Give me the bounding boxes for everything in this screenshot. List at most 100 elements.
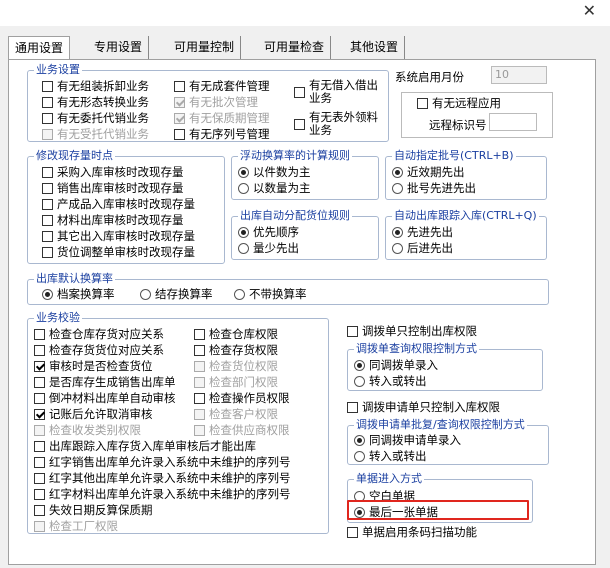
checkbox-material-outbound[interactable]: 材料出库审核时改现存量 xyxy=(42,213,184,227)
checkbox-box[interactable] xyxy=(34,489,45,500)
radio-dot[interactable] xyxy=(140,289,151,300)
radio-dot[interactable] xyxy=(238,183,249,194)
checkbox-item-location[interactable]: 检查存货货位对应关系 xyxy=(34,343,164,357)
checkbox-barcode-scan[interactable]: 单据启用条码扫描功能 xyxy=(347,525,477,539)
radio-same-as-apply-entry[interactable]: 同调拨申请单录入 xyxy=(354,433,461,447)
radio-dot[interactable] xyxy=(392,227,403,238)
checkbox-other-inout[interactable]: 其它出入库审核时改现存量 xyxy=(42,229,195,243)
tab-other-settings[interactable]: 其他设置 xyxy=(344,36,406,59)
radio-dot[interactable] xyxy=(354,360,365,371)
checkbox-box[interactable] xyxy=(42,199,53,210)
checkbox-offbook-picking[interactable]: 有无表外领料 业务 xyxy=(294,111,378,139)
checkbox-box[interactable] xyxy=(42,247,53,258)
checkbox-transfer-only-outbound[interactable]: 调拨单只控制出库权限 xyxy=(347,324,477,338)
checkbox-backflush-auto-approve[interactable]: 倒冲材料出库单自动审核 xyxy=(34,391,176,405)
checkbox-box[interactable] xyxy=(42,113,53,124)
checkbox-box[interactable] xyxy=(34,361,45,372)
radio-small-qty-first[interactable]: 量少先出 xyxy=(238,241,299,255)
close-icon[interactable]: ✕ xyxy=(583,2,596,20)
checkbox-box[interactable] xyxy=(34,409,45,420)
checkbox-box[interactable] xyxy=(194,393,205,404)
radio-transfer-in-or-out[interactable]: 转入或转出 xyxy=(354,374,427,388)
checkbox-box[interactable] xyxy=(194,329,205,340)
radio-near-expiry-first[interactable]: 近效期先出 xyxy=(392,165,465,179)
radio-archive-rate[interactable]: 档案换算率 xyxy=(42,287,115,301)
checkbox-box[interactable] xyxy=(42,167,53,178)
checkbox-red-sales-serial[interactable]: 红字销售出库单允许录入系统中未维护的序列号 xyxy=(34,455,291,469)
checkbox-red-material-serial[interactable]: 红字材料出库单允许录入系统中未维护的序列号 xyxy=(34,487,291,501)
checkbox-box[interactable] xyxy=(42,97,53,108)
checkbox-box[interactable] xyxy=(34,345,45,356)
radio-no-rate[interactable]: 不带换算率 xyxy=(234,287,307,301)
checkbox-operator-permission[interactable]: 检查操作员权限 xyxy=(194,391,290,405)
checkbox-expiry-reverse-calc[interactable]: 失效日期反算保质期 xyxy=(34,503,153,517)
tab-availability-check[interactable]: 可用量检查 xyxy=(258,36,332,59)
radio-dot[interactable] xyxy=(392,243,403,254)
checkbox-box[interactable] xyxy=(42,81,53,92)
checkbox-box[interactable] xyxy=(34,457,45,468)
checkbox-box[interactable] xyxy=(34,329,45,340)
checkbox-remote-app[interactable]: 有无远程应用 xyxy=(417,96,501,110)
radio-dot[interactable] xyxy=(238,243,249,254)
radio-dot[interactable] xyxy=(392,167,403,178)
radio-by-pieces[interactable]: 以件数为主 xyxy=(238,165,311,179)
checkbox-box[interactable] xyxy=(194,345,205,356)
radio-lifo[interactable]: 后进先出 xyxy=(392,241,453,255)
checkbox-box[interactable] xyxy=(34,441,45,452)
tab-special-settings[interactable]: 专用设置 xyxy=(88,36,150,59)
checkbox-red-other-serial[interactable]: 红字其他出库单允许录入系统中未维护的序列号 xyxy=(34,471,291,485)
radio-fifo[interactable]: 先进先出 xyxy=(392,225,453,239)
checkbox-box[interactable] xyxy=(294,87,305,98)
checkbox-box[interactable] xyxy=(34,393,45,404)
checkbox-product-inbound[interactable]: 产成品入库审核时改现存量 xyxy=(42,197,195,211)
checkbox-form-conversion[interactable]: 有无形态转换业务 xyxy=(42,95,149,109)
checkbox-location-adjust[interactable]: 货位调整单审核时改现存量 xyxy=(42,245,195,259)
radio-batch-fifo[interactable]: 批号先进先出 xyxy=(392,181,476,195)
checkbox-box[interactable] xyxy=(417,98,428,109)
checkbox-box[interactable] xyxy=(174,129,185,140)
checkbox-check-location-on-approve[interactable]: 审核时是否检查货位 xyxy=(34,359,153,373)
radio-dot[interactable] xyxy=(354,451,365,462)
checkbox-item-permission[interactable]: 检查存货权限 xyxy=(194,343,278,357)
radio-dot[interactable] xyxy=(354,435,365,446)
radio-balance-rate[interactable]: 结存换算率 xyxy=(140,287,213,301)
radio-dot[interactable] xyxy=(354,376,365,387)
checkbox-assembly[interactable]: 有无组装拆卸业务 xyxy=(42,79,149,93)
checkbox-box[interactable] xyxy=(42,231,53,242)
radio-priority-order[interactable]: 优先顺序 xyxy=(238,225,299,239)
checkbox-warehouse-permission[interactable]: 检查仓库权限 xyxy=(194,327,278,341)
checkbox-box[interactable] xyxy=(347,527,358,538)
checkbox-consignment-out[interactable]: 有无委托代销业务 xyxy=(42,111,149,125)
checkbox-box[interactable] xyxy=(34,505,45,516)
checkbox-borrow-lend[interactable]: 有无借入借出 业务 xyxy=(294,79,378,107)
checkbox-box[interactable] xyxy=(42,183,53,194)
radio-same-as-transfer-entry[interactable]: 同调拨单录入 xyxy=(354,358,438,372)
checkbox-label: 有无远程应用 xyxy=(432,96,501,110)
tab-general-settings[interactable]: 通用设置 xyxy=(8,36,71,61)
checkbox-box[interactable] xyxy=(34,473,45,484)
radio-dot[interactable] xyxy=(42,289,53,300)
checkbox-cancel-after-posting[interactable]: 记账后允许取消审核 xyxy=(34,407,153,421)
checkbox-kit-management[interactable]: 有无成套件管理 xyxy=(174,79,270,93)
checkbox-serial-management[interactable]: 有无序列号管理 xyxy=(174,127,270,141)
checkbox-transfer-apply-only-inbound[interactable]: 调拨申请单只控制入库权限 xyxy=(347,400,500,414)
checkbox-box[interactable] xyxy=(42,215,53,226)
checkbox-box[interactable] xyxy=(294,119,305,130)
radio-dot[interactable] xyxy=(392,183,403,194)
radio-dot[interactable] xyxy=(238,227,249,238)
checkbox-sales-outbound[interactable]: 销售出库审核时改现存量 xyxy=(42,181,184,195)
remote-id-input[interactable] xyxy=(489,113,537,131)
tab-availability-control[interactable]: 可用量控制 xyxy=(168,36,242,59)
radio-dot[interactable] xyxy=(234,289,245,300)
checkbox-box[interactable] xyxy=(174,81,185,92)
checkbox-box[interactable] xyxy=(347,326,358,337)
checkbox-box[interactable] xyxy=(34,377,45,388)
checkbox-track-inbound-approve[interactable]: 出库跟踪入库存货入库单审核后才能出库 xyxy=(34,439,256,453)
checkbox-gen-sales-outbound[interactable]: 是否库存生成销售出库单 xyxy=(34,375,176,389)
checkbox-purchase-inbound[interactable]: 采购入库审核时改现存量 xyxy=(42,165,184,179)
radio-by-quantity[interactable]: 以数量为主 xyxy=(238,181,311,195)
radio-dot[interactable] xyxy=(238,167,249,178)
checkbox-box[interactable] xyxy=(347,402,358,413)
checkbox-warehouse-item[interactable]: 检查仓库存货对应关系 xyxy=(34,327,164,341)
radio-apply-in-or-out[interactable]: 转入或转出 xyxy=(354,449,427,463)
